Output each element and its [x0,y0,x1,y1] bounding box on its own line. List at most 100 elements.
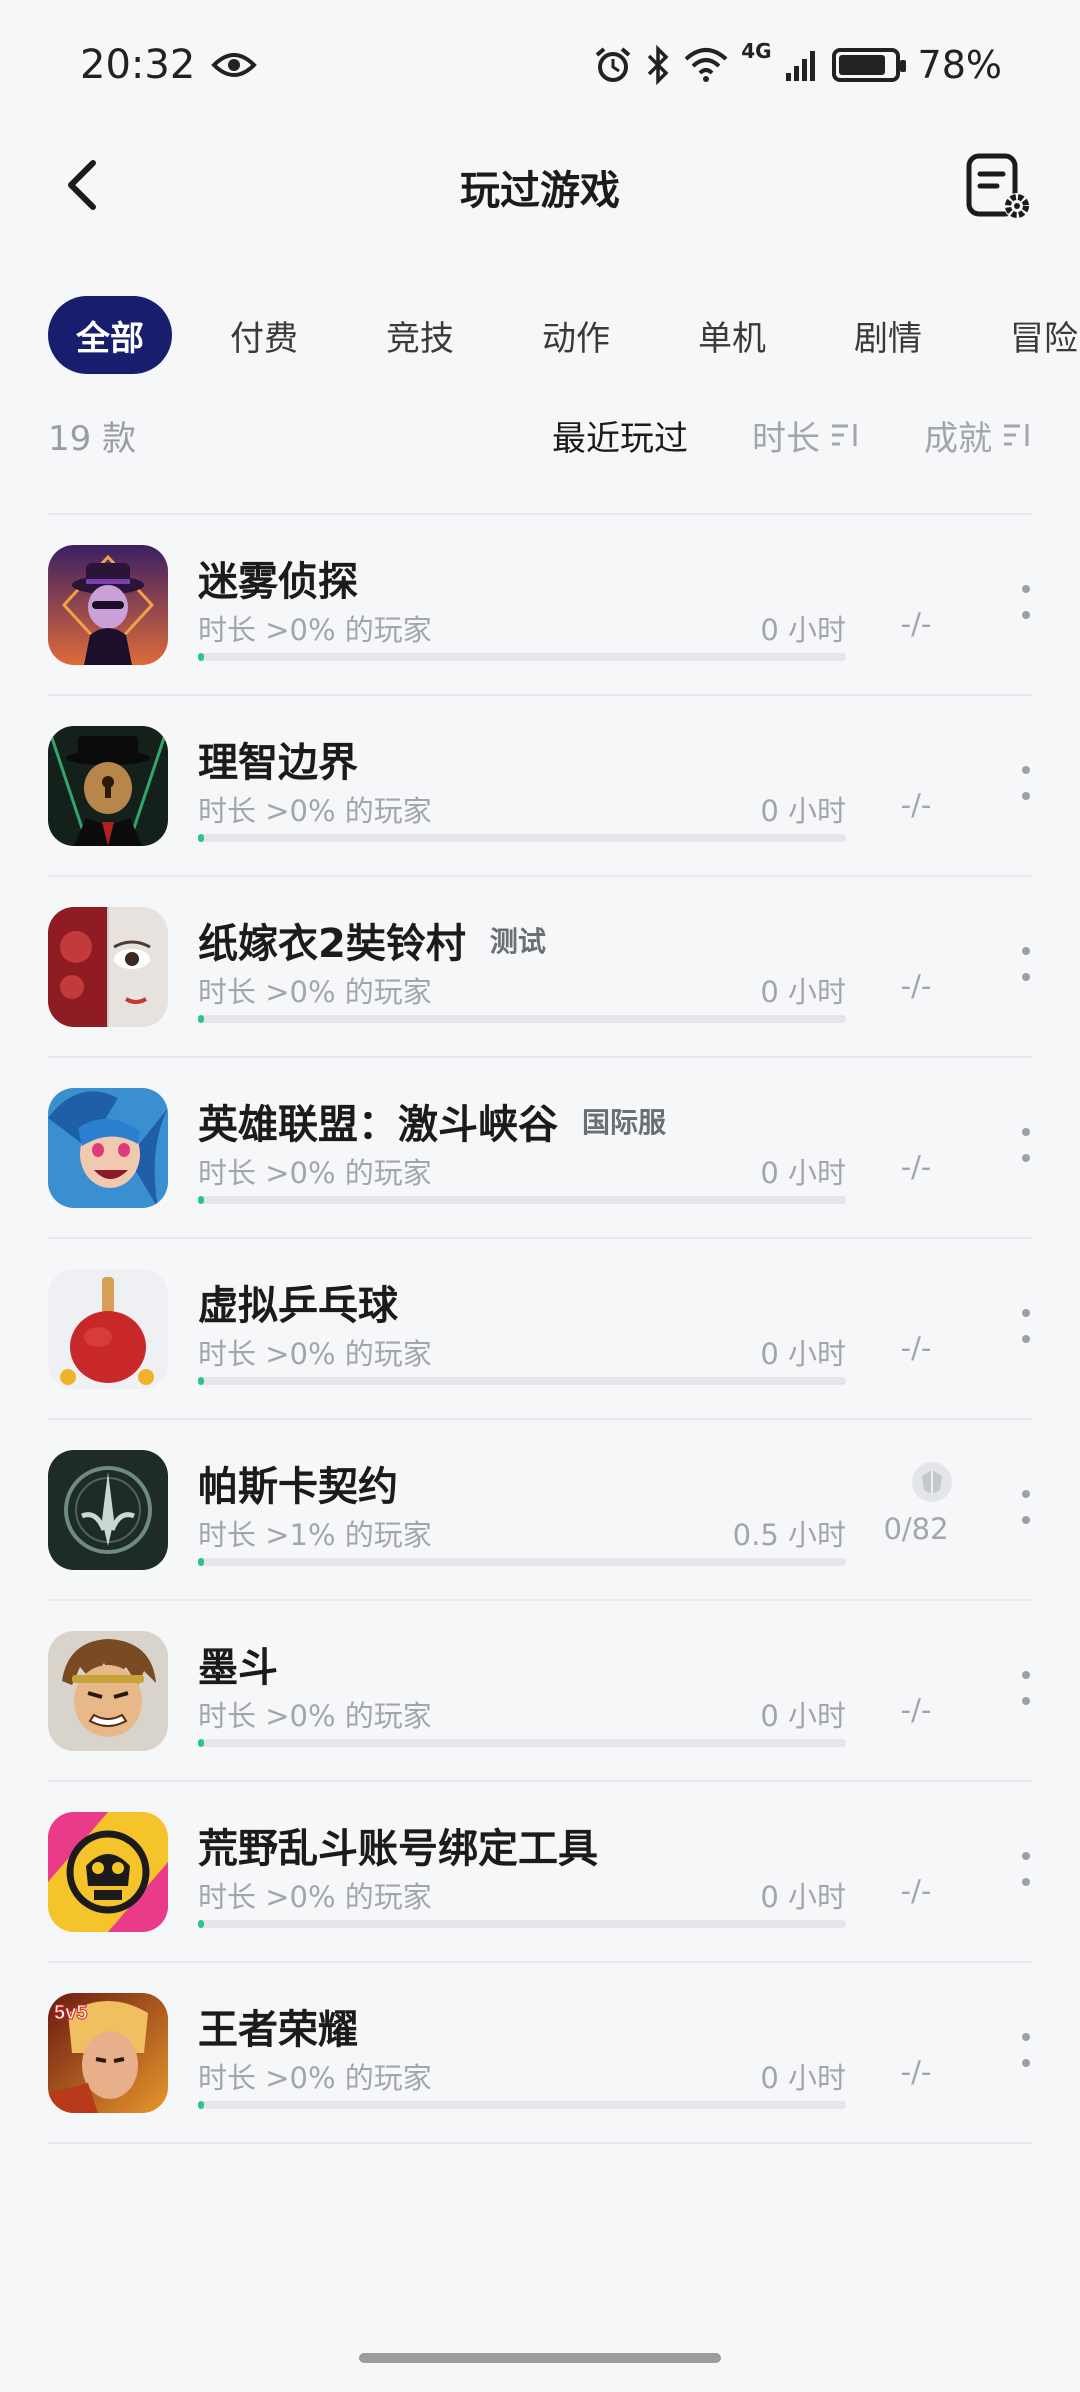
name-line: 帕斯卡契约 [198,1454,398,1512]
more-options-icon[interactable] [1020,1309,1032,1343]
game-icon-league [48,1088,168,1208]
achievement-count: -/- [900,2055,932,2089]
game-row[interactable]: 帕斯卡契约 时长 >1% 的玩家 0.5 小时 0/82 [48,1420,1032,1601]
game-row[interactable]: 荒野乱斗账号绑定工具 时长 >0% 的玩家 0 小时 -/- [48,1782,1032,1963]
sort-duration-label: 时长 [752,418,820,459]
clock: 20:32 [80,42,196,88]
sort-recent[interactable]: 最近玩过 [552,411,688,460]
progress-bar [198,1377,846,1385]
play-hours: 0 小时 [760,613,846,647]
game-row[interactable]: 纸嫁衣2奘铃村 测试 时长 >0% 的玩家 0 小时 -/- [48,877,1032,1058]
game-name: 理智边界 [198,740,358,786]
name-line: 墨斗 [198,1635,278,1693]
more-options-icon[interactable] [1020,766,1032,800]
game-row[interactable]: 5v5 王者荣耀 时长 >0% 的玩家 0 小时 -/- [48,1963,1032,2144]
name-line: 理智边界 [198,730,358,788]
progress-fill [198,1015,205,1023]
tab-competitive[interactable]: 竞技 [356,296,484,374]
more-options-icon[interactable] [1020,1490,1032,1524]
game-name: 虚拟乒乓球 [198,1283,398,1329]
tab-paid[interactable]: 付费 [200,296,328,374]
game-row[interactable]: 虚拟乒乓球 时长 >0% 的玩家 0 小时 -/- [48,1239,1032,1420]
header: 玩过游戏 [0,130,1080,245]
wifi-icon [684,48,728,82]
sort-achievement[interactable]: 成就 [924,411,1032,460]
player-percent: 时长 >1% 的玩家 [198,1518,432,1552]
play-hours: 0 小时 [760,794,846,828]
game-count: 19 款 [48,418,137,459]
name-line: 王者荣耀 [198,1997,358,2055]
play-hours: 0 小时 [760,1699,846,1733]
game-icon-brawl [48,1812,168,1932]
player-percent: 时长 >0% 的玩家 [198,1156,432,1190]
progress-fill [198,653,205,661]
tab-story[interactable]: 剧情 [824,296,952,374]
more-options-icon[interactable] [1020,2033,1032,2067]
name-line: 迷雾侦探 [198,549,358,607]
game-list: 迷雾侦探 时长 >0% 的玩家 0 小时 -/- 理智边界 时长 >0% 的玩家… [48,513,1032,2144]
progress-fill [198,2101,205,2109]
player-percent: 时长 >0% 的玩家 [198,975,432,1009]
game-tag: 国际服 [582,1106,667,1139]
progress-bar [198,1558,846,1566]
more-options-icon[interactable] [1020,947,1032,981]
game-row[interactable]: 墨斗 时长 >0% 的玩家 0 小时 -/- [48,1601,1032,1782]
game-name: 英雄联盟：激斗峡谷 [198,1102,558,1148]
game-icon-modou [48,1631,168,1751]
progress-bar [198,1739,846,1747]
achievement-count: 0/82 [883,1512,949,1546]
game-row[interactable]: 英雄联盟：激斗峡谷 国际服 时长 >0% 的玩家 0 小时 -/- [48,1058,1032,1239]
list-settings-icon[interactable] [963,152,1035,224]
battery-percent: 78% [917,43,1002,87]
game-name: 王者荣耀 [198,2007,358,2053]
game-icon-ping-pong [48,1269,168,1389]
signal-icon [785,51,815,81]
progress-bar [198,1015,846,1023]
achievement-count: -/- [900,1150,932,1184]
play-hours: 0 小时 [760,1880,846,1914]
game-icon-detective [48,545,168,665]
game-icon-honor-of-kings: 5v5 [48,1993,168,2113]
sort-icon [832,424,857,446]
progress-fill [198,1558,205,1566]
name-line: 英雄联盟：激斗峡谷 国际服 [198,1092,666,1150]
page-title: 玩过游戏 [460,168,620,214]
sort-bar: 19 款 最近玩过 时长 成就 [48,400,1032,470]
category-tabs: 全部 付费 竞技 动作 单机 剧情 冒险 [48,295,1080,375]
game-name: 纸嫁衣2奘铃村 [198,921,466,967]
play-hours: 0 小时 [760,1337,846,1371]
game-name: 迷雾侦探 [198,559,358,605]
name-line: 虚拟乒乓球 [198,1273,398,1331]
player-percent: 时长 >0% 的玩家 [198,1699,432,1733]
game-row[interactable]: 迷雾侦探 时长 >0% 的玩家 0 小时 -/- [48,515,1032,696]
progress-bar [198,834,846,842]
tab-all[interactable]: 全部 [48,296,172,374]
player-percent: 时长 >0% 的玩家 [198,1880,432,1914]
tab-action[interactable]: 动作 [512,296,640,374]
more-options-icon[interactable] [1020,1128,1032,1162]
progress-bar [198,653,846,661]
name-line: 荒野乱斗账号绑定工具 [198,1816,598,1874]
player-percent: 时长 >0% 的玩家 [198,2061,432,2095]
game-name: 荒野乱斗账号绑定工具 [198,1826,598,1872]
bluetooth-icon [647,45,669,85]
progress-fill [198,834,205,842]
more-options-icon[interactable] [1020,1852,1032,1886]
game-row[interactable]: 理智边界 时长 >0% 的玩家 0 小时 -/- [48,696,1032,877]
more-options-icon[interactable] [1020,1671,1032,1705]
achievement-count: -/- [900,788,932,822]
game-name: 帕斯卡契约 [198,1464,398,1510]
game-tag: 测试 [489,925,546,958]
progress-bar [198,2101,846,2109]
home-indicator[interactable] [359,2353,721,2363]
progress-bar [198,1920,846,1928]
progress-fill [198,1920,205,1928]
achievement-badge-icon [912,1462,952,1502]
progress-fill [198,1377,205,1385]
achievement-count: -/- [900,607,932,641]
sort-duration[interactable]: 时长 [752,411,860,460]
game-icon-paper-bride [48,907,168,1027]
tab-adventure[interactable]: 冒险 [980,296,1080,374]
tab-single-player[interactable]: 单机 [668,296,796,374]
more-options-icon[interactable] [1020,585,1032,619]
